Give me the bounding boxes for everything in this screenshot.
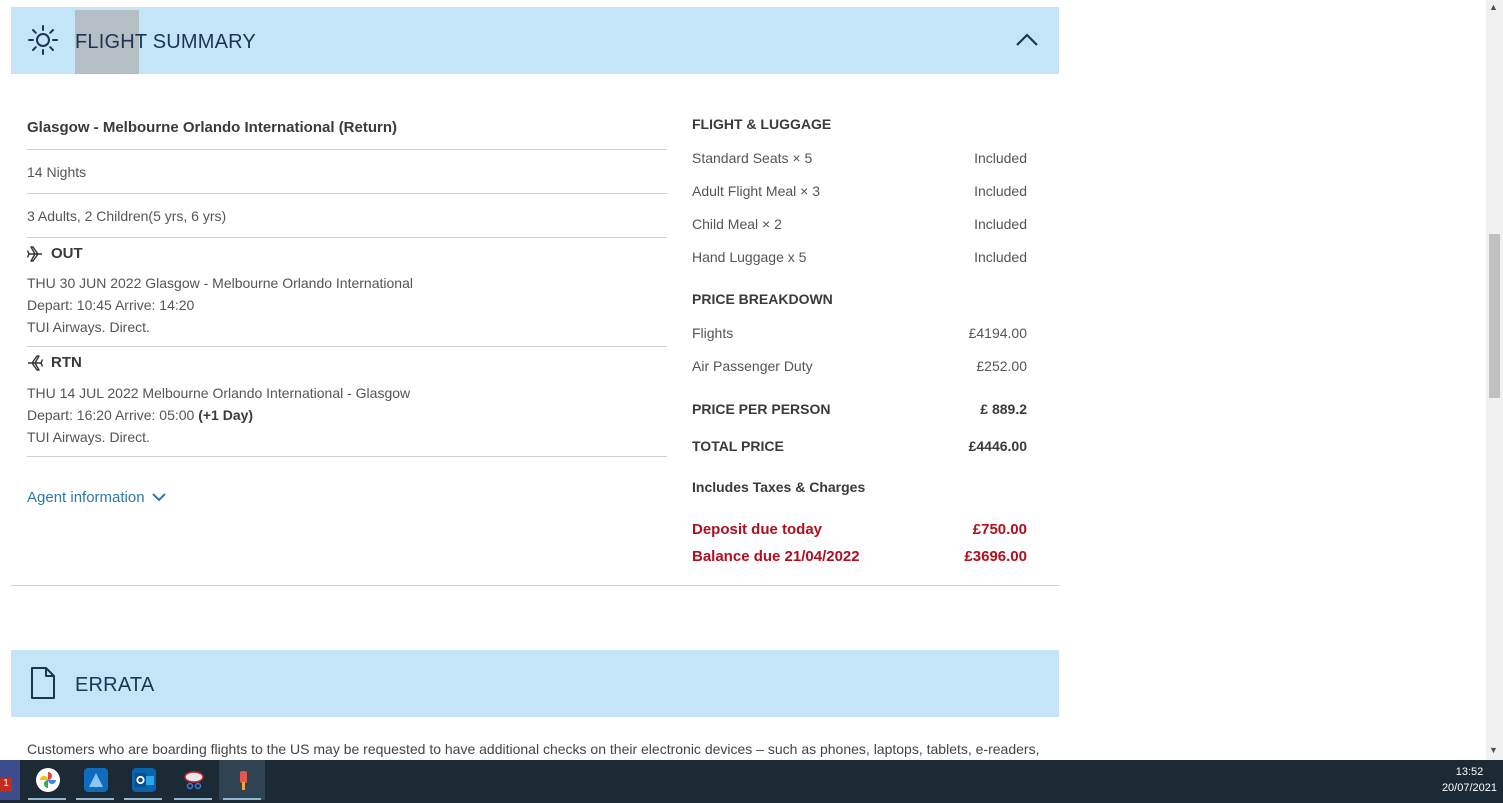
chevron-up-icon[interactable] xyxy=(1015,31,1039,47)
scroll-up-arrow[interactable]: ▲ xyxy=(1489,2,1498,12)
paint-brush-icon xyxy=(240,771,247,790)
system-clock[interactable]: 13:52 20/07/2021 xyxy=(1442,764,1497,796)
luggage-item-label: Adult Flight Meal × 3 xyxy=(692,183,821,199)
clock-date: 20/07/2021 xyxy=(1441,782,1497,794)
rtn-route: THU 14 JUL 2022 Melbourne Orlando Intern… xyxy=(27,385,411,401)
luggage-item-label: Standard Seats × 5 xyxy=(692,150,813,166)
outlook-icon[interactable] xyxy=(120,760,166,800)
rtn-times-text: Depart: 16:20 Arrive: 05:00 xyxy=(27,407,199,423)
rtn-times: Depart: 16:20 Arrive: 05:00 (+1 Day) xyxy=(27,407,253,423)
luggage-item-label: Hand Luggage x 5 xyxy=(692,249,807,265)
luggage-item-value: Included xyxy=(974,150,1027,166)
google-photos-glyph xyxy=(36,768,60,792)
flight-summary-header[interactable]: FLIGHT SUMMARY xyxy=(11,7,1059,74)
notification-badge: 1 xyxy=(0,778,12,792)
luggage-item-label: Child Meal × 2 xyxy=(692,216,782,232)
out-route: THU 30 JUN 2022 Glasgow - Melbourne Orla… xyxy=(27,275,413,291)
errata-title: ERRATA xyxy=(75,674,155,696)
errata-header[interactable]: ERRATA xyxy=(11,650,1059,717)
out-label: OUT xyxy=(51,245,83,262)
azure-logo-icon xyxy=(89,773,103,787)
divider xyxy=(27,193,667,194)
paint-glyph xyxy=(231,768,255,792)
chevron-down-icon xyxy=(152,493,166,502)
balance-value: £3696.00 xyxy=(964,548,1027,565)
outlook-logo-icon xyxy=(135,773,154,787)
active-indicator xyxy=(76,798,114,800)
plane-return-icon xyxy=(28,355,44,371)
nights: 14 Nights xyxy=(27,164,87,180)
scissors-icon xyxy=(184,771,204,790)
agent-information-label: Agent information xyxy=(27,489,145,506)
price-item-value: £252.00 xyxy=(976,358,1027,374)
route-title: Glasgow - Melbourne Orlando Internationa… xyxy=(27,119,398,136)
document-icon xyxy=(31,667,55,699)
sun-icon xyxy=(28,25,58,55)
plane-outbound-icon xyxy=(26,246,42,262)
total-price-label: TOTAL PRICE xyxy=(692,438,784,454)
section-divider xyxy=(11,585,1059,586)
scrollbar-thumb[interactable] xyxy=(1489,234,1500,398)
deposit-value: £750.00 xyxy=(972,521,1027,538)
pinwheel-icon xyxy=(40,772,56,788)
price-item-label: Air Passenger Duty xyxy=(692,358,813,374)
active-indicator xyxy=(28,798,66,800)
passengers: 3 Adults, 2 Children(5 yrs, 6 yrs) xyxy=(27,208,227,224)
taskbar: 1 13:52 20/07/2021 xyxy=(0,760,1503,803)
divider xyxy=(27,456,667,457)
divider xyxy=(27,237,667,238)
active-indicator xyxy=(124,798,162,800)
price-per-person-value: £ 889.2 xyxy=(980,401,1027,417)
price-item-label: Flights xyxy=(692,325,734,341)
luggage-item-value: Included xyxy=(974,249,1027,265)
luggage-item-value: Included xyxy=(974,183,1027,199)
out-carrier: TUI Airways. Direct. xyxy=(27,319,150,335)
flight-luggage-heading: FLIGHT & LUGGAGE xyxy=(692,116,832,132)
azure-glyph xyxy=(84,768,108,792)
rtn-label: RTN xyxy=(51,354,82,371)
divider xyxy=(27,149,667,150)
outlook-glyph xyxy=(132,768,156,792)
balance-label: Balance due 21/04/2022 xyxy=(692,548,860,565)
agent-information-link[interactable]: Agent information xyxy=(27,489,167,506)
active-indicator xyxy=(174,798,212,800)
scroll-down-arrow[interactable]: ▼ xyxy=(1489,745,1498,755)
next-day-note: (+1 Day) xyxy=(198,407,254,423)
errata-text: Customers who are boarding flights to th… xyxy=(27,741,1040,757)
clock-time: 13:52 xyxy=(1455,766,1484,778)
divider xyxy=(27,346,667,347)
flight-summary-title: FLIGHT SUMMARY xyxy=(75,31,256,53)
price-breakdown-heading: PRICE BREAKDOWN xyxy=(692,291,833,307)
deposit-label: Deposit due today xyxy=(692,521,823,538)
snipping-tool-glyph xyxy=(182,768,206,792)
paint-icon[interactable] xyxy=(219,760,265,800)
active-indicator xyxy=(223,798,261,800)
luggage-item-value: Included xyxy=(974,216,1027,232)
azure-icon[interactable] xyxy=(72,760,118,800)
price-item-value: £4194.00 xyxy=(968,325,1027,341)
google-photos-icon[interactable] xyxy=(24,760,70,800)
total-price-value: £4446.00 xyxy=(968,438,1027,454)
rtn-carrier: TUI Airways. Direct. xyxy=(27,429,150,445)
price-per-person-label: PRICE PER PERSON xyxy=(692,401,831,417)
snipping-tool-icon[interactable] xyxy=(170,760,216,800)
taxes-note: Includes Taxes & Charges xyxy=(692,479,866,495)
out-times: Depart: 10:45 Arrive: 14:20 xyxy=(27,297,195,313)
notification-app[interactable]: 1 xyxy=(0,760,20,800)
